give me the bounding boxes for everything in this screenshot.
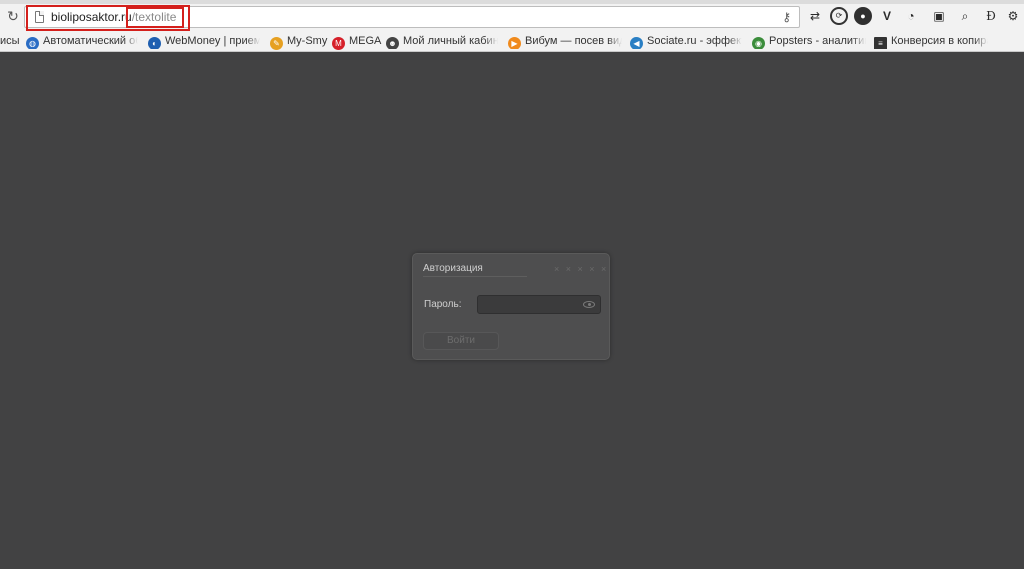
address-bar[interactable]: bioliposaktor.ru/textolite ⚷ <box>24 6 800 28</box>
bookmark-item[interactable]: M MEGA <box>332 33 382 50</box>
chrome-icon: ◉ <box>752 37 765 49</box>
window-controls[interactable]: × × × × × <box>554 263 608 275</box>
webmoney-icon: ◐ <box>148 37 161 49</box>
title-divider <box>423 276 527 277</box>
browser-toolbar: ↻ bioliposaktor.ru/textolite ⚷ ⇄ ⟳ ● V ◔… <box>0 4 1024 30</box>
bookmark-item[interactable]: исы <box>0 33 20 49</box>
page-icon <box>35 11 44 23</box>
megaphone-icon: ◀ <box>630 37 643 49</box>
refresh-extension-icon[interactable]: ⟳ <box>830 7 848 25</box>
bookmark-item[interactable]: ≡ Конверсия в копира <box>874 33 988 49</box>
network-extension-icon[interactable]: ⇄ <box>806 7 824 25</box>
person-icon: ☻ <box>386 37 399 49</box>
login-button[interactable]: Войти <box>423 332 499 350</box>
bookmark-item[interactable]: ◉ Popsters - аналитика <box>752 33 866 49</box>
url-path: /textolite <box>131 10 177 24</box>
bookmark-label: MEGA <box>349 35 382 47</box>
bookmark-label: My-Smy <box>287 35 328 47</box>
bookmarks-bar: исы ◍Автоматический обм ◐WebMoney | прие… <box>0 31 1024 51</box>
dialog-title: Авторизация <box>423 263 483 274</box>
bookmark-item[interactable]: ✎ My-Smy <box>270 33 328 50</box>
play-icon: ▶ <box>508 37 521 49</box>
url-text[interactable]: bioliposaktor.ru/textolite <box>51 10 176 24</box>
bag-extension-icon[interactable]: ▣ <box>930 7 948 25</box>
bookmark-item[interactable]: ◍Автоматический обм <box>26 33 138 49</box>
login-dialog: Авторизация × × × × × Пароль: Войти <box>412 253 610 360</box>
bookmark-item[interactable]: ◐ WebMoney | прием п <box>148 33 260 49</box>
key-icon[interactable]: ⚷ <box>782 10 791 24</box>
eye-icon[interactable] <box>583 301 595 308</box>
browser-chrome: ↻ bioliposaktor.ru/textolite ⚷ ⇄ ⟳ ● V ◔… <box>0 0 1024 52</box>
bookmark-item[interactable]: ◀ Sociate.ru - эффекти <box>630 33 742 49</box>
v-extension-icon[interactable]: V <box>878 7 896 25</box>
d-extension-icon[interactable]: Ɖ <box>982 7 1000 25</box>
extensions-area: ⇄ ⟳ ● V ◔ ▣ ⌕ Ɖ ⚙ <box>806 7 1020 27</box>
search-extension-icon[interactable]: ⌕ <box>956 7 974 25</box>
dark-circle-extension-icon[interactable]: ● <box>854 7 872 25</box>
speed-extension-icon[interactable]: ◔ <box>902 7 920 25</box>
mega-icon: M <box>332 37 345 50</box>
url-host: bioliposaktor.ru <box>51 10 132 24</box>
globe-icon: ◍ <box>26 37 39 49</box>
doc-icon: ≡ <box>874 37 887 49</box>
pencil-icon: ✎ <box>270 37 283 50</box>
bookmark-label: исы <box>0 35 20 47</box>
bookmark-item[interactable]: ▶ Вибум — посев виде <box>508 33 622 49</box>
reload-icon[interactable]: ↻ <box>4 7 22 25</box>
bookmark-item[interactable]: ☻Мой личный кабинет <box>386 33 498 49</box>
password-label: Пароль: <box>424 299 462 310</box>
settings-extension-icon[interactable]: ⚙ <box>1004 7 1022 25</box>
